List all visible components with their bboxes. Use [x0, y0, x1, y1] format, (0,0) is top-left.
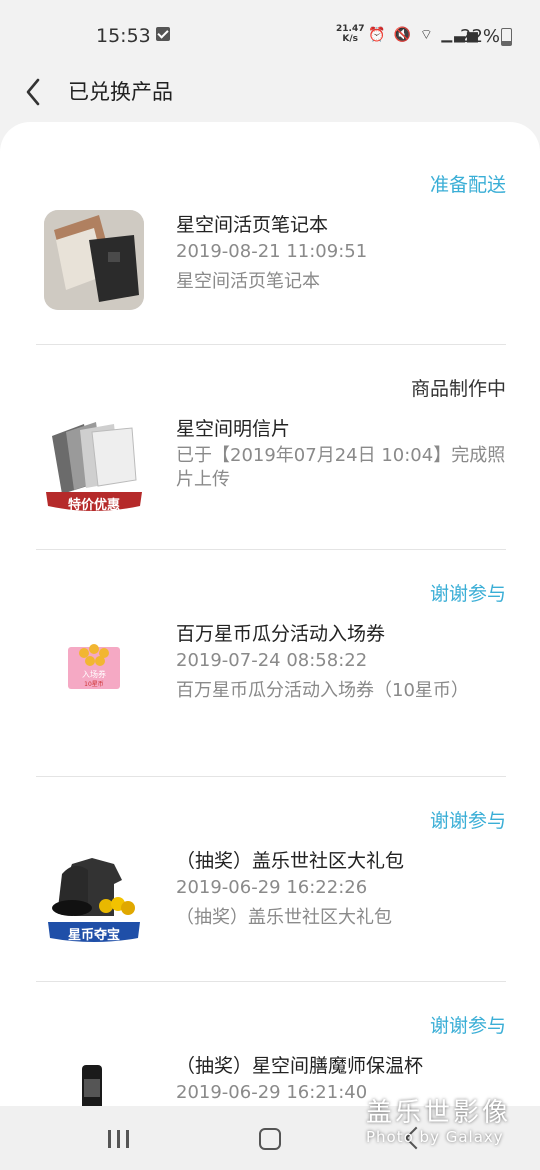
promo-badge: 特价优惠 — [67, 498, 120, 513]
battery-icon — [501, 28, 512, 46]
orders-list: 准备配送 星空间活页笔记本 2019-08-21 11:09:51 星空间活页笔… — [0, 122, 540, 1170]
header: 已兑换产品 — [0, 72, 540, 122]
watermark-title: 盖乐世影像 — [366, 1098, 512, 1128]
order-item[interactable]: 商品制作中 特价优惠 星空间明信片 已于【2019年07月24日 10:04】完… — [36, 344, 506, 550]
postcard-thumbnail: 特价优惠 — [44, 414, 144, 514]
page-title: 已兑换产品 — [68, 80, 173, 104]
order-desc: 已于【2019年07月24日 10:04】完成照片上传 — [176, 445, 506, 490]
promo-badge: 星币夺宝 — [67, 928, 120, 943]
order-desc: 星空间活页笔记本 — [176, 271, 320, 292]
order-desc: 百万星币瓜分活动入场券（10星币） — [176, 680, 469, 701]
product-name: （抽奖）星空间膳魔师保温杯 — [176, 1055, 424, 1077]
ticket-sub-label: 10星币 — [84, 681, 104, 688]
recent-apps-icon[interactable] — [108, 1130, 130, 1148]
network-speed-value: 21.47 — [336, 24, 365, 34]
order-date: 2019-06-29 16:22:26 — [176, 877, 368, 898]
product-name: （抽奖）盖乐世社区大礼包 — [176, 850, 405, 872]
order-status: 准备配送 — [429, 174, 506, 196]
wifi-icon: ⌔ — [419, 27, 435, 43]
order-desc: （抽奖）盖乐世社区大礼包 — [176, 907, 392, 928]
order-date: 2019-07-24 08:58:22 — [176, 650, 368, 671]
checkbox-notification-icon — [156, 27, 170, 41]
order-item[interactable]: 准备配送 星空间活页笔记本 2019-08-21 11:09:51 星空间活页笔… — [36, 122, 506, 345]
gift-pack-thumbnail: 星币夺宝 — [44, 846, 144, 946]
ticket-thumbnail: 入场券 10星币 — [44, 619, 144, 719]
status-time: 15:53 — [96, 25, 151, 47]
battery-percent: 22% — [460, 26, 501, 47]
product-name: 百万星币瓜分活动入场券 — [176, 623, 386, 645]
order-status: 商品制作中 — [410, 378, 506, 400]
home-icon[interactable] — [259, 1128, 281, 1150]
product-name: 星空间明信片 — [176, 418, 291, 440]
order-status: 谢谢参与 — [429, 810, 506, 832]
order-status: 谢谢参与 — [429, 1015, 506, 1037]
back-arrow-icon[interactable] — [20, 74, 60, 110]
watermark: 盖乐世影像 Photo by Galaxy — [366, 1098, 536, 1146]
order-date: 2019-08-21 11:09:51 — [176, 241, 368, 262]
product-name: 星空间活页笔记本 — [176, 214, 329, 236]
watermark-subtitle: Photo by Galaxy — [366, 1128, 504, 1146]
order-item[interactable]: 谢谢参与 星币夺宝 （抽奖）盖乐世社区大礼包 2019-06-29 16:22:… — [36, 776, 506, 982]
alarm-icon: ⏰ — [368, 27, 388, 43]
status-bar: 15:53 21.47 K/s ⏰ 🔇 ⌔ ▁▃▅ 22% — [0, 0, 540, 72]
network-speed: 21.47 K/s — [336, 24, 364, 44]
network-speed-unit: K/s — [342, 34, 359, 44]
notebook-thumbnail — [44, 210, 144, 310]
order-status: 谢谢参与 — [429, 583, 506, 605]
mute-icon: 🔇 — [393, 27, 414, 43]
order-item[interactable]: 谢谢参与 入场券 10星币 百万星币瓜分活动入场券 2019-07-24 08:… — [36, 549, 506, 777]
